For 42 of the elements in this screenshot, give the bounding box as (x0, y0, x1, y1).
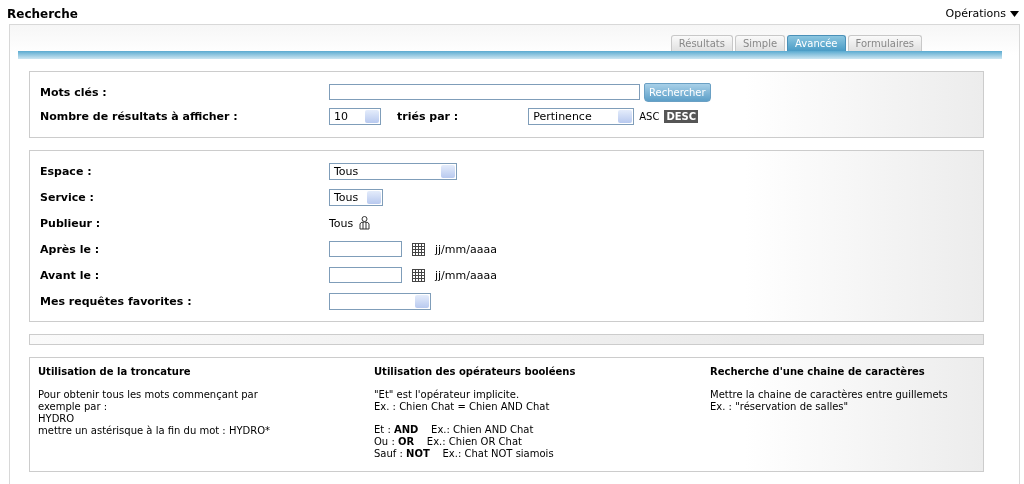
date-field[interactable] (329, 267, 402, 283)
sort-order-toggle[interactable]: ASC (637, 109, 662, 123)
field-label: Service : (40, 190, 95, 204)
help-heading: Recherche d'une chaine de caractères (710, 366, 926, 377)
field-label: triés par : (397, 109, 459, 123)
help-text: Sauf : NOT Ex.: Chat NOT siamois (374, 448, 555, 460)
field-label: Espace : (40, 164, 93, 178)
calendar-icon[interactable] (412, 268, 425, 282)
help-text: Mettre la chaine de caractères entre guillemets (710, 389, 949, 401)
sort-order-toggle[interactable]: DESC (664, 109, 699, 123)
help-text: Et : AND Ex.: Chien AND Chat (374, 424, 535, 436)
field-label: Avant le : (40, 268, 101, 282)
help-heading: Utilisation de la troncature (38, 366, 192, 377)
date-field[interactable] (329, 241, 402, 257)
count-select[interactable]: 10 (329, 107, 381, 125)
help-heading: Utilisation des opérateurs booléens (374, 366, 577, 377)
sort-select[interactable]: Pertinence (528, 107, 635, 125)
calendar-icon[interactable] (412, 242, 425, 256)
field-label: Publieur : (40, 216, 102, 230)
help-text: Ex. : Chien Chat = Chien AND Chat (374, 401, 551, 413)
help-text: Ex. : "réservation de salles" (710, 401, 850, 413)
help-text: exemple par : (38, 401, 109, 413)
caret-icon (1010, 10, 1019, 17)
keywords-field[interactable] (329, 84, 640, 100)
person-icon[interactable] (359, 216, 371, 230)
help-text: "Et" est l'opérateur implicite. (374, 389, 521, 401)
field-label: Mots clés : (40, 85, 108, 99)
help-text: Ou : OR Ex.: Chien OR Chat (374, 436, 523, 448)
operations-menu[interactable]: Opérations (945, 7, 1019, 20)
help-text: mettre un astérisque à la fin du mot : HYDRO* (38, 425, 272, 437)
help-text: Pour obtenir tous les mots commençant par (38, 389, 259, 401)
date-format-hint: jj/mm/aaaa (435, 268, 497, 282)
date-format-hint: jj/mm/aaaa (435, 242, 497, 256)
field-label: Mes requêtes favorites : (40, 294, 193, 308)
help-text: HYDRO (38, 413, 76, 425)
page-title: Recherche (7, 6, 78, 21)
field-label: Après le : (40, 242, 101, 256)
dropdown[interactable]: Tous (329, 162, 457, 180)
field-label: Nombre de résultats à afficher : (40, 109, 239, 123)
dropdown[interactable]: Tous (329, 188, 383, 206)
dropdown[interactable] (329, 292, 431, 310)
publisher-value: Tous (329, 216, 354, 230)
